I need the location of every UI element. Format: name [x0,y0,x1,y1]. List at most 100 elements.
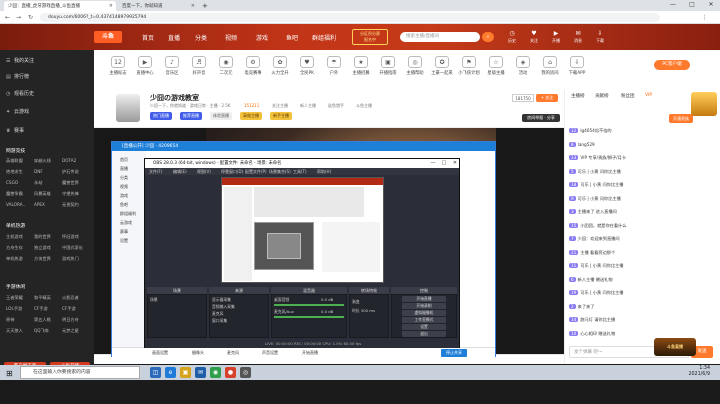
menu-icon[interactable]: ⋮ [700,13,709,22]
sidebar-category[interactable]: QQ飞车 [34,328,49,334]
broadcast-icon[interactable]: ▶ 开播 [544,30,568,44]
obs-control-button[interactable]: 设置 [402,324,446,330]
sidebar-item-rank[interactable]: ▤ 排行榜 [6,73,29,80]
room-badge[interactable]: 关注主播 [272,103,288,109]
system-clock[interactable]: 1:34 2021/6/9 [688,366,710,378]
follow-icon[interactable]: ♥ 关注 [522,30,546,44]
source-item[interactable]: 窗口采集 [212,318,227,324]
sidebar-category[interactable]: 魔兽世界 [62,180,79,186]
share-sidebar-item[interactable]: 设置 [120,238,128,244]
sidebar-category[interactable]: DNF [34,169,43,174]
category-item[interactable]: ✪ 土豪一起来 [428,56,456,76]
taskbar-app-icon[interactable]: ◎ [240,367,251,378]
nav-video[interactable]: 视频 [225,33,237,42]
maximize-button[interactable]: □ [439,159,449,168]
url-input[interactable]: douyu.com/6006?_t=0.4374148979925794 [40,13,660,22]
category-item[interactable]: ♥ 全民PK [293,56,321,76]
close-icon[interactable]: × [109,3,113,9]
category-item[interactable]: ♬ 好声音 [185,56,213,76]
sidebar-category[interactable]: 无畏契约 [62,202,79,208]
sidebar-category[interactable]: 游戏热门 [62,256,79,262]
category-item[interactable]: ⌂ 我的房间 [536,56,564,76]
source-item[interactable]: 麦克风 [212,311,223,317]
share-tool[interactable]: 摄像头 [192,350,204,356]
search-input[interactable]: 搜索主播/直播间 [400,32,480,42]
sidebar-category[interactable]: APEX [34,202,45,207]
obs-menu-item[interactable]: 帮助(H) [317,168,331,175]
room-tag[interactable]: 高效主播 [240,112,262,120]
report-share-button[interactable]: 房间举报 · 分享 [522,114,560,122]
share-sidebar-item[interactable]: 直播 [120,166,128,172]
sidebar-section[interactable]: 手游休闲 [6,283,25,290]
obs-control-button[interactable]: 虚拟摄像机 [402,310,446,316]
room-tag[interactable]: 新手主播 [270,112,292,120]
search-icon[interactable]: ⌕ [482,32,494,42]
category-item[interactable]: ⇩ 下载APP [563,56,591,76]
taskbar-app-icon[interactable]: ▣ [180,367,191,378]
new-tab-button[interactable]: + [200,1,210,11]
category-item[interactable]: ◎ 主播帮助 [401,56,429,76]
sidebar-category[interactable]: LOL手游 [6,306,22,312]
mixer-volume-slider[interactable] [274,316,344,318]
sidebar-category[interactable]: 方舟生存 [6,245,23,251]
nav-home[interactable]: 首页 [142,33,154,42]
sidebar-category[interactable]: 单机热游 [6,256,23,262]
start-icon[interactable]: ⊞ [6,369,16,379]
obs-control-button[interactable]: 开始直播 [402,296,446,302]
taskbar-app-icon[interactable]: ◉ [210,367,221,378]
obs-menu-item[interactable]: 停靠窗口(D) [221,168,243,175]
share-tool[interactable]: 开始直播 [302,350,318,356]
share-sidebar-item[interactable]: 云游戏 [120,220,132,226]
sidebar-category[interactable]: CF手游 [34,306,48,312]
maximize-button[interactable]: □ [683,0,701,10]
close-window-button[interactable]: ✕ [450,159,460,168]
forward-icon[interactable]: → [14,13,23,22]
nav-live[interactable]: 直播 [168,33,180,42]
category-item[interactable]: 12 主播标志 [104,56,132,76]
share-sidebar-item[interactable]: 分类 [120,175,128,181]
sidebar-category[interactable]: CF手游 [62,306,76,312]
share-tool[interactable]: 画面设置 [152,350,168,356]
sidebar-category[interactable]: 元梦之星 [62,328,79,334]
obs-menu-item[interactable]: 工具(T) [293,168,307,175]
category-item[interactable]: ▶ 直播中心 [131,56,159,76]
sidebar-category[interactable]: 炉石传说 [62,169,79,175]
nav-game[interactable]: 游戏 [256,33,268,42]
share-sidebar-item[interactable]: 视频 [120,184,128,190]
taskbar-app-icon[interactable]: ◫ [150,367,161,378]
tab-contribution[interactable]: 贡献榜 [595,93,609,99]
obs-control-button[interactable]: 退出 [402,331,446,337]
room-tag[interactable]: 热门直播 [150,112,172,120]
category-item[interactable]: ⚑ 小飞侠计划 [455,56,483,76]
share-sidebar-item[interactable]: 鱼吧 [120,202,128,208]
obs-menu-item[interactable]: 编辑(E) [173,168,187,175]
close-icon[interactable]: × [191,3,195,9]
reload-icon[interactable]: ↻ [26,13,35,22]
room-tag[interactable]: 体验直播 [210,112,232,120]
tab-fans[interactable]: 粉丝团 [621,93,635,99]
sidebar-category[interactable]: 王者荣耀 [6,295,23,301]
sidebar-category[interactable]: DOTA2 [62,158,76,163]
promo-banner[interactable]: 分区积分赛 报名中 [352,29,388,45]
transition-item[interactable]: 时长 300 ms [352,308,375,314]
stop-share-button[interactable]: 停止共享 [441,349,467,357]
obs-preview[interactable] [221,177,384,283]
browser-tab[interactable]: 百度一下，你就知道 × [118,1,198,11]
category-item[interactable]: ⚙ 电竞赛事 [239,56,267,76]
obs-control-button[interactable]: 工作室模式 [402,317,446,323]
obs-menu-item[interactable]: 场景集合(S) [269,168,291,175]
nav-yuba[interactable]: 鱼吧 [286,33,298,42]
category-item[interactable]: ☂ 户外 [320,56,348,76]
category-item[interactable]: ◉ 二次元 [212,56,240,76]
mixer-volume-slider[interactable] [274,304,344,306]
taskbar-app-icon[interactable]: e [165,367,176,378]
scene-item[interactable]: 场景 [150,297,158,303]
category-item[interactable]: ◈ 活动 [509,56,537,76]
taskbar-search-input[interactable]: 在这里输入你要搜索的内容 [20,366,140,379]
sidebar-item-follow[interactable]: ☰ 我的关注 [6,57,34,64]
sidebar-category[interactable]: 方块世界 [34,256,51,262]
sidebar-category[interactable]: 怀旧游戏 [62,234,79,240]
sidebar-category[interactable]: 英雄联盟 [6,158,23,164]
sidebar-section[interactable]: 单机热游 [6,222,25,229]
share-sidebar-item[interactable]: 群组福利 [120,211,136,217]
